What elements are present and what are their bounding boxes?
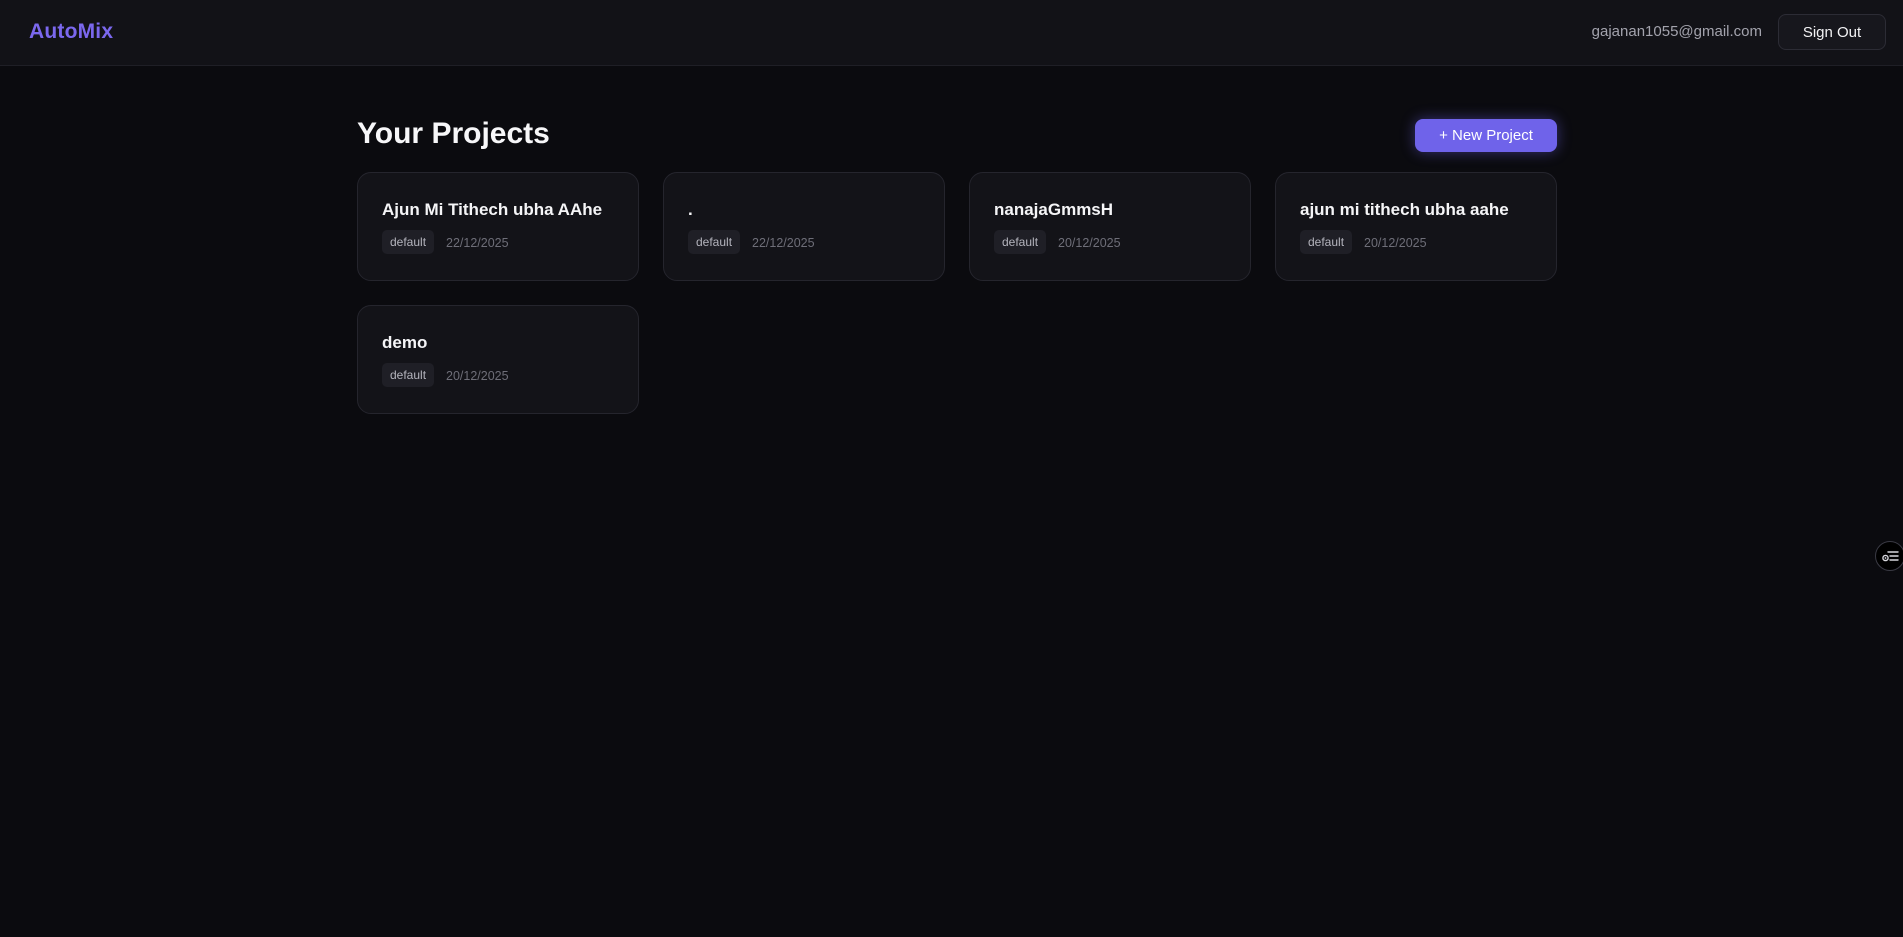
project-title: nanajaGmmsH — [994, 200, 1114, 219]
project-tag-badge: default — [688, 230, 741, 254]
project-date: 20/12/2025 — [1058, 236, 1121, 250]
new-project-button[interactable]: + New Project — [1415, 119, 1557, 152]
project-card[interactable]: . default 22/12/2025 — [663, 172, 945, 281]
project-date: 22/12/2025 — [752, 236, 815, 250]
project-title: Ajun Mi Tithech ubha AAhe — [382, 200, 603, 219]
project-tag-badge: default — [382, 363, 435, 387]
project-card[interactable]: demo default 20/12/2025 — [357, 305, 639, 414]
project-tag-badge: default — [1300, 230, 1353, 254]
project-date: 22/12/2025 — [446, 236, 509, 250]
project-title: ajun mi tithech ubha aahe — [1300, 200, 1509, 219]
project-date: 20/12/2025 — [446, 369, 509, 383]
project-card[interactable]: Ajun Mi Tithech ubha AAhe default 22/12/… — [357, 172, 639, 281]
project-tag-badge: default — [382, 230, 435, 254]
project-tag-badge: default — [994, 230, 1047, 254]
project-title: demo — [382, 333, 428, 352]
project-date: 20/12/2025 — [1364, 236, 1427, 250]
settings-list-glyph — [1882, 551, 1899, 562]
settings-list-icon[interactable] — [1875, 541, 1903, 571]
project-card[interactable]: nanajaGmmsH default 20/12/2025 — [969, 172, 1251, 281]
project-title: . — [688, 200, 693, 219]
app-logo[interactable]: AutoMix — [29, 20, 113, 44]
page-title: Your Projects — [357, 117, 550, 150]
top-navbar: AutoMix gajanan1055@gmail.com Sign Out — [0, 0, 1903, 66]
user-email: gajanan1055@gmail.com — [1591, 23, 1762, 40]
sign-out-button[interactable]: Sign Out — [1778, 14, 1886, 50]
project-card[interactable]: ajun mi tithech ubha aahe default 20/12/… — [1275, 172, 1557, 281]
